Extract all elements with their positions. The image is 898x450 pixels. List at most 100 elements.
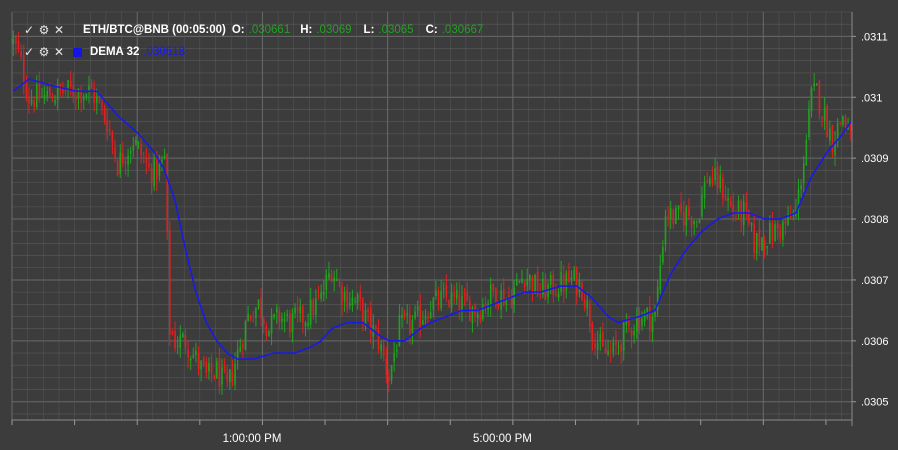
candle-bear — [90, 82, 93, 89]
candle-bull — [750, 223, 753, 226]
candle-bear — [362, 298, 364, 324]
candle-bull — [343, 291, 346, 302]
open-label: O: — [231, 24, 245, 36]
indicator-value: .030618 — [143, 46, 185, 58]
candle-bull — [529, 274, 531, 281]
candle-bear — [735, 215, 737, 217]
price-tick-label: .0306 — [861, 336, 889, 348]
candle-bear — [33, 100, 35, 107]
candle-bear — [174, 331, 176, 349]
candle-bull — [489, 284, 492, 306]
candle-bull — [651, 316, 654, 332]
candle-bull — [685, 207, 688, 226]
candle-bull — [46, 91, 49, 97]
candle-bull — [221, 367, 223, 385]
candle-bull — [153, 157, 155, 187]
candle-bear — [187, 349, 189, 358]
candle-bull — [335, 279, 338, 282]
settings-gear-icon[interactable]: ⚙ — [37, 45, 51, 59]
candle-bull — [755, 233, 758, 255]
visibility-check-icon[interactable]: ✓ — [22, 45, 36, 59]
candle-bull — [229, 369, 231, 382]
candle-bull — [612, 342, 615, 353]
candle-bull — [698, 219, 701, 222]
candle-bear — [682, 211, 685, 226]
candle-bear — [583, 298, 586, 308]
candle-bull — [398, 315, 401, 347]
candle-bull — [307, 322, 309, 327]
candle-bear — [249, 315, 252, 320]
visibility-check-icon[interactable]: ✓ — [22, 23, 36, 37]
candle-bear — [80, 91, 82, 103]
candle-bull — [315, 298, 317, 316]
candle-bull — [823, 107, 826, 121]
candle-bear — [184, 334, 187, 348]
candle-bear — [680, 203, 682, 213]
candle-bear — [844, 116, 847, 127]
candle-bull — [189, 358, 192, 361]
candle-bear — [302, 306, 304, 324]
candlestick-chart[interactable]: .0305 .0306 .0307 .0308 .0309 .031 .0311 1:00:… — [0, 0, 898, 450]
candle-bear — [753, 224, 755, 254]
close-icon[interactable]: ✕ — [52, 23, 66, 37]
candle-bear — [25, 84, 28, 98]
candle-bear — [388, 377, 390, 383]
candle-bull — [82, 96, 85, 100]
candle-bull — [471, 307, 474, 323]
candle-bear — [150, 167, 153, 183]
candle-bull — [161, 159, 163, 162]
candle-bull — [35, 84, 38, 107]
candle-bull — [521, 278, 523, 284]
candle-bear — [145, 159, 148, 163]
candle-bear — [419, 305, 422, 327]
candle-bull — [518, 281, 521, 283]
candle-bear — [169, 229, 171, 335]
close-icon[interactable]: ✕ — [52, 45, 66, 59]
candle-bull — [455, 290, 458, 299]
candle-bear — [711, 177, 714, 184]
high-label: H: — [300, 24, 313, 36]
candle-bear — [103, 107, 106, 121]
candle-bear — [758, 229, 761, 248]
candle-bull — [622, 322, 625, 351]
candle-bear — [539, 293, 542, 295]
candle-bull — [119, 152, 122, 174]
price-tick-label: .0307 — [861, 275, 889, 287]
legend-series: ✓ ⚙ ✕ ETH/BTC@BNB (00:05:00) O: .030661 … — [22, 21, 483, 39]
candle-bull — [774, 224, 776, 242]
candle-bull — [414, 311, 416, 319]
candle-bear — [729, 201, 732, 206]
candle-bull — [182, 333, 184, 338]
candle-bull — [390, 365, 393, 381]
candle-bear — [724, 195, 727, 201]
candle-bull — [695, 220, 698, 222]
candle-bull — [693, 220, 695, 225]
candle-bear — [38, 81, 41, 100]
candle-bear — [226, 372, 229, 382]
candle-bull — [450, 292, 453, 308]
candle-bull — [192, 354, 195, 358]
candle-bull — [283, 318, 286, 322]
settings-gear-icon[interactable]: ⚙ — [37, 23, 51, 37]
candle-bull — [476, 313, 479, 318]
candle-bear — [604, 348, 607, 353]
candle-bear — [15, 36, 17, 44]
candle-bull — [247, 313, 249, 321]
candle-bull — [179, 335, 182, 348]
candle-bull — [304, 322, 307, 327]
time-tick-label: 5:00:00 PM — [473, 433, 532, 445]
candle-bull — [275, 307, 278, 313]
candle-bear — [28, 98, 30, 104]
candle-bear — [740, 200, 742, 222]
candle-bull — [127, 155, 129, 165]
candle-bear — [453, 293, 455, 297]
candle-bear — [479, 315, 482, 321]
candle-bear — [317, 295, 320, 297]
candle-bull — [719, 175, 722, 189]
candle-bear — [602, 331, 604, 347]
candle-bear — [555, 293, 557, 295]
candle-bull — [208, 362, 210, 372]
candle-bull — [659, 265, 662, 290]
candle-bear — [197, 353, 200, 369]
candle-bull — [560, 272, 562, 292]
